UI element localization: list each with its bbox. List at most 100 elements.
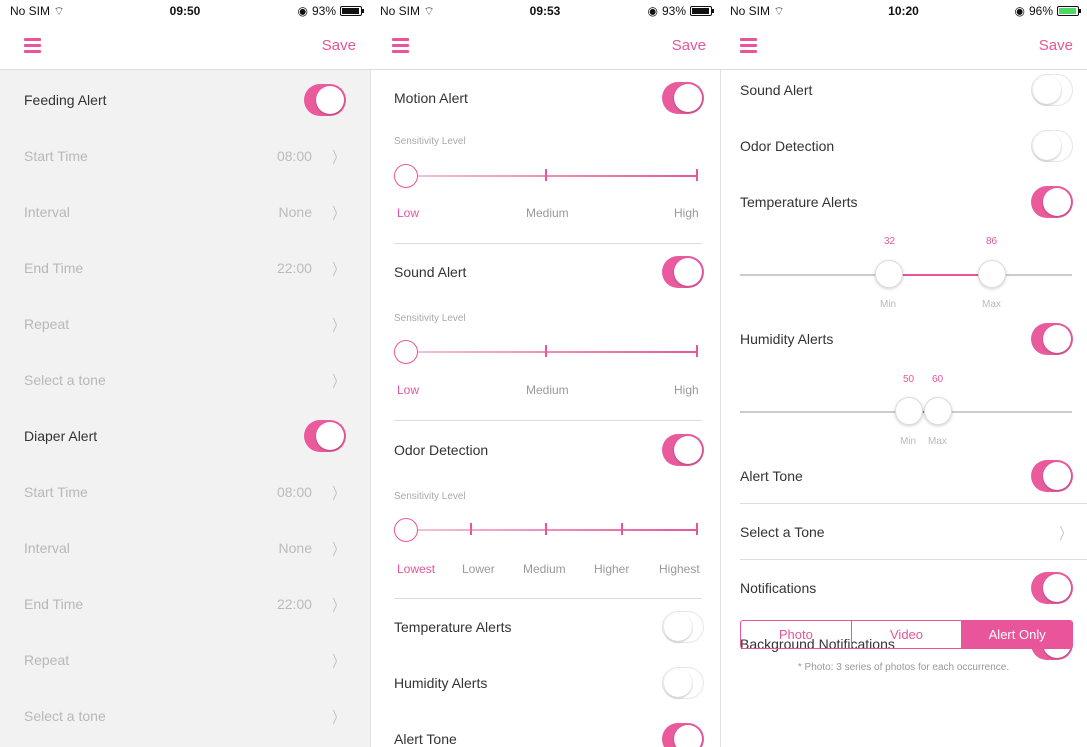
notifications-row: Notifications — [720, 560, 1087, 616]
alarm-icon: ◉ — [647, 4, 658, 18]
row-value: 08:00 — [276, 484, 312, 500]
save-button[interactable]: Save — [322, 37, 356, 54]
repeat-row[interactable]: Repeat 〉 — [0, 296, 370, 352]
interval-row[interactable]: Interval None 〉 — [0, 184, 370, 240]
hamburger-icon[interactable] — [24, 38, 41, 53]
alert-tone-toggle[interactable] — [662, 723, 704, 747]
min-label: Min — [880, 299, 897, 310]
diaper-alert-row: Diaper Alert — [0, 408, 370, 464]
select-tone-row[interactable]: Select a tone 〉 — [0, 352, 370, 408]
panel-divider — [720, 70, 721, 747]
humidity-alerts-toggle[interactable] — [662, 667, 704, 699]
row-label: Repeat — [24, 652, 70, 668]
temperature-alerts-toggle[interactable] — [662, 611, 704, 643]
battery-icon — [690, 6, 714, 16]
row-label: Notifications — [740, 580, 817, 596]
row-label: Start Time — [24, 484, 88, 500]
slider-knob[interactable] — [394, 518, 418, 542]
level-lower: Lower — [462, 562, 495, 576]
row-value: 22:00 — [276, 596, 312, 612]
save-button[interactable]: Save — [1039, 37, 1073, 54]
row-label: Temperature Alerts — [740, 194, 858, 210]
battery-percent: 96% — [1028, 4, 1053, 18]
feeding-alert-toggle[interactable] — [304, 84, 346, 116]
status-bar: No SIM ⌔ 09:50 ◉ 93% — [0, 0, 370, 22]
row-label: Select a Tone — [740, 524, 825, 540]
diaper-alert-toggle[interactable] — [304, 420, 346, 452]
sound-alert-row: Sound Alert — [370, 244, 720, 300]
max-label: Max — [928, 436, 947, 447]
max-handle[interactable] — [924, 397, 952, 425]
end-time-row[interactable]: End Time 22:00 〉 — [0, 240, 370, 296]
sound-alert-row: Sound Alert — [720, 62, 1087, 118]
row-label: Humidity Alerts — [740, 331, 834, 347]
chevron-right-icon: 〉 — [332, 654, 344, 671]
max-handle[interactable] — [978, 260, 1006, 288]
battery-icon — [1057, 6, 1081, 16]
end-time-row[interactable]: End Time 22:00 〉 — [0, 576, 370, 632]
start-time-row[interactable]: Start Time 08:00 〉 — [0, 128, 370, 184]
temperature-alerts-toggle[interactable] — [1031, 186, 1073, 218]
humidity-alerts-row: Humidity Alerts — [370, 655, 720, 711]
humidity-alerts-toggle[interactable] — [1031, 323, 1073, 355]
level-highest: Highest — [659, 562, 700, 576]
chevron-right-icon: 〉 — [332, 318, 344, 335]
max-label: Max — [982, 299, 1001, 310]
sound-alert-toggle[interactable] — [662, 256, 704, 288]
feeding-alert-row: Feeding Alert — [0, 72, 370, 128]
row-value: None — [278, 204, 312, 220]
interval-row[interactable]: Interval None 〉 — [0, 520, 370, 576]
chevron-right-icon: 〉 — [332, 542, 344, 559]
motion-alert-toggle[interactable] — [662, 82, 704, 114]
notifications-toggle[interactable] — [1031, 572, 1073, 604]
select-a-tone-row[interactable]: Select a Tone 〉 — [720, 504, 1087, 560]
level-lowest: Lowest — [397, 562, 436, 576]
settings-list: Feeding Alert Start Time 08:00 〉 Interva… — [0, 70, 370, 747]
status-bar: No SIM ⌔ 10:20 ◉ 96% — [720, 0, 1087, 22]
nav-bar: Save — [370, 22, 720, 70]
repeat-row[interactable]: Repeat 〉 — [0, 632, 370, 688]
row-label: Alert Tone — [394, 731, 457, 747]
row-label: Diaper Alert — [24, 428, 98, 444]
row-label: Feeding Alert — [24, 92, 107, 108]
chevron-right-icon: 〉 — [332, 598, 344, 615]
battery-percent: 93% — [311, 4, 336, 18]
alarm-icon: ◉ — [297, 4, 308, 18]
segment-video[interactable]: Video — [852, 621, 963, 648]
min-handle[interactable] — [895, 397, 923, 425]
hamburger-icon[interactable] — [392, 38, 409, 53]
segment-photo[interactable]: Photo — [741, 621, 852, 648]
row-value: None — [278, 540, 312, 556]
temperature-min-value: 32 — [884, 236, 896, 247]
alert-tone-toggle[interactable] — [1031, 460, 1073, 492]
sensitivity-screen: No SIM ⌔ 09:53 ◉ 93% Save Motion Alert S… — [370, 0, 720, 747]
slider-knob[interactable] — [394, 164, 418, 188]
level-high: High — [674, 383, 699, 397]
row-label: Select a tone — [24, 372, 106, 388]
slider-knob[interactable] — [394, 340, 418, 364]
sound-alert-toggle[interactable] — [1031, 74, 1073, 106]
odor-detection-toggle[interactable] — [662, 434, 704, 466]
row-label: End Time — [24, 260, 84, 276]
row-label: Humidity Alerts — [394, 675, 488, 691]
temperature-alerts-row: Temperature Alerts — [370, 599, 720, 655]
level-low: Low — [397, 383, 420, 397]
humidity-max-value: 60 — [932, 374, 944, 385]
status-bar: No SIM ⌔ 09:53 ◉ 93% — [370, 0, 720, 22]
start-time-row[interactable]: Start Time 08:00 〉 — [0, 464, 370, 520]
battery-percent: 93% — [661, 4, 686, 18]
row-label: Alert Tone — [740, 468, 803, 484]
min-handle[interactable] — [875, 260, 903, 288]
row-label: Odor Detection — [394, 442, 489, 458]
level-medium: Medium — [526, 206, 569, 220]
save-button[interactable]: Save — [672, 37, 706, 54]
divider — [394, 420, 702, 421]
segment-alert-only[interactable]: Alert Only — [962, 621, 1072, 648]
hamburger-icon[interactable] — [740, 38, 757, 53]
battery-area: ◉ 93% — [647, 4, 714, 18]
odor-detection-toggle[interactable] — [1031, 130, 1073, 162]
sensitivity-title: Sensitivity Level — [394, 491, 466, 502]
row-label: End Time — [24, 596, 84, 612]
select-tone-row[interactable]: Select a tone 〉 — [0, 688, 370, 744]
chevron-right-icon: 〉 — [332, 710, 344, 727]
